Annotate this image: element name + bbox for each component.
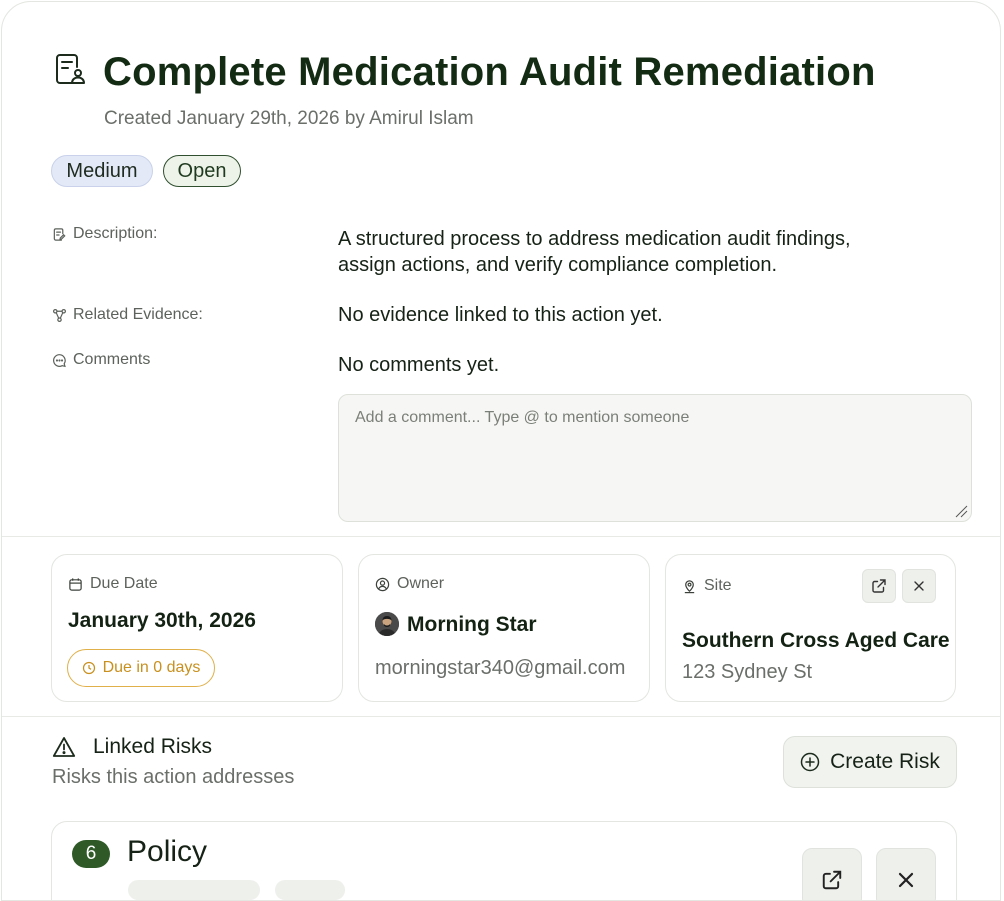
risk-name[interactable]: Policy	[127, 835, 207, 869]
section-divider-2	[2, 716, 1000, 717]
open-site-button[interactable]	[862, 569, 896, 603]
linked-risks-title: Linked Risks	[93, 735, 213, 758]
section-divider	[2, 536, 1000, 537]
external-link-icon	[872, 579, 886, 593]
clock-icon	[82, 661, 95, 675]
comment-input[interactable]	[338, 394, 972, 522]
due-date-value: January 30th, 2026	[68, 609, 256, 632]
user-circle-icon	[375, 577, 390, 591]
site-card: Site Southern Cross Aged Care 123 Sydney…	[665, 554, 956, 702]
close-icon	[898, 872, 914, 888]
site-name[interactable]: Southern Cross Aged Care	[682, 629, 950, 653]
chat-bubble-icon	[53, 353, 66, 367]
document-edit-icon	[53, 227, 66, 241]
document-user-icon	[56, 54, 85, 84]
linked-risks-subtitle: Risks this action addresses	[52, 766, 295, 788]
status-badge[interactable]: Open	[163, 155, 241, 187]
site-label-row: Site	[682, 577, 732, 595]
due-date-card: Due Date January 30th, 2026 Due in 0 day…	[51, 554, 343, 702]
site-address: 123 Sydney St	[682, 661, 813, 683]
owner-label: Owner	[397, 575, 445, 592]
owner-card: Owner Morning Star morningstar340@gmail.…	[358, 554, 650, 702]
site-label: Site	[704, 577, 732, 594]
description-label-row: Description:	[52, 225, 157, 243]
close-icon	[914, 581, 924, 591]
risk-number-badge: 6	[72, 840, 110, 868]
calendar-icon	[69, 577, 82, 591]
external-link-icon	[822, 870, 842, 890]
comments-label-row: Comments	[52, 351, 150, 369]
description-text: A structured process to address medicati…	[338, 226, 851, 278]
owner-name[interactable]: Morning Star	[407, 613, 537, 637]
risk-tag	[275, 880, 345, 900]
comments-empty: No comments yet.	[338, 354, 500, 376]
warning-triangle-icon	[52, 737, 76, 757]
resize-grip-icon[interactable]	[954, 504, 968, 518]
description-line-1: A structured process to address medicati…	[338, 228, 851, 250]
created-meta: Created January 29th, 2026 by Amirul Isl…	[104, 108, 474, 129]
plus-circle-icon	[800, 752, 820, 772]
priority-badge[interactable]: Medium	[51, 155, 153, 187]
due-countdown-badge: Due in 0 days	[67, 649, 215, 687]
create-risk-button[interactable]: Create Risk	[783, 736, 957, 788]
due-countdown-text: Due in 0 days	[102, 659, 201, 676]
due-date-label-row: Due Date	[68, 575, 158, 593]
risk-tag	[128, 880, 260, 900]
create-risk-label: Create Risk	[830, 750, 940, 773]
avatar	[375, 612, 399, 636]
unlink-risk-button[interactable]	[876, 848, 936, 900]
page-title: Complete Medication Audit Remediation	[103, 50, 876, 94]
action-detail-panel: Complete Medication Audit Remediation Cr…	[1, 1, 1001, 901]
description-label: Description:	[73, 225, 158, 242]
owner-email[interactable]: morningstar340@gmail.com	[375, 657, 625, 680]
link-nodes-icon	[52, 308, 67, 322]
evidence-label: Related Evidence:	[73, 306, 203, 323]
open-risk-button[interactable]	[802, 848, 862, 900]
comments-label: Comments	[73, 351, 151, 368]
location-pin-icon	[684, 579, 695, 593]
remove-site-button[interactable]	[902, 569, 936, 603]
evidence-value: No evidence linked to this action yet.	[338, 304, 663, 326]
evidence-label-row: Related Evidence:	[52, 306, 203, 324]
description-line-2: assign actions, and verify compliance co…	[338, 254, 778, 276]
due-date-label: Due Date	[90, 575, 158, 592]
owner-label-row: Owner	[375, 575, 444, 593]
